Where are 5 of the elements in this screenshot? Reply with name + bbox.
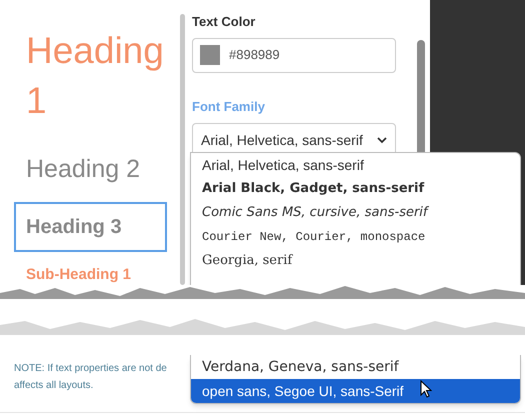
note-text: NOTE: If text properties are not de (14, 362, 167, 376)
color-value: #898989 (229, 46, 280, 64)
note-text: affects all layouts. (14, 379, 94, 393)
field-label: Text Color (192, 13, 256, 31)
field-label: Font Family (192, 98, 266, 116)
